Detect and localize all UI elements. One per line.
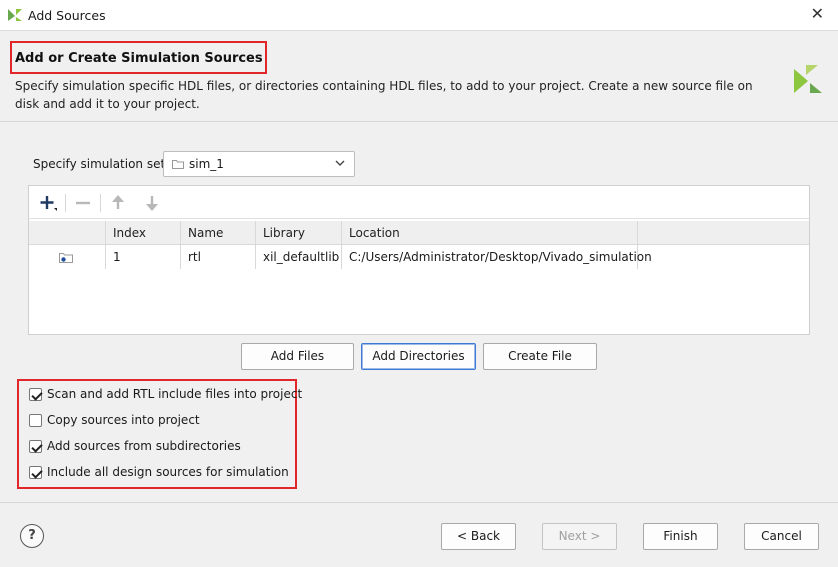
column-header-index[interactable]: Index bbox=[106, 221, 181, 245]
divider bbox=[0, 121, 838, 122]
vivado-app-icon bbox=[8, 9, 22, 21]
checkbox[interactable] bbox=[29, 466, 42, 479]
folder-source-icon bbox=[59, 253, 73, 263]
sources-table-panel: Index Name Library Location 1 rtl xil_de… bbox=[28, 185, 810, 335]
toolbar-separator bbox=[65, 194, 66, 212]
option-label: Copy sources into project bbox=[47, 413, 200, 427]
simulation-set-dropdown[interactable]: sim_1 bbox=[163, 151, 355, 177]
remove-icon[interactable] bbox=[72, 192, 94, 214]
checkbox[interactable] bbox=[29, 388, 42, 401]
title-bar: Add Sources ✕ bbox=[0, 0, 838, 31]
simulation-set-value: sim_1 bbox=[189, 157, 224, 171]
column-header-icon bbox=[29, 221, 106, 245]
column-header-location[interactable]: Location bbox=[342, 221, 638, 245]
table-header: Index Name Library Location bbox=[29, 221, 809, 245]
add-files-button[interactable]: Add Files bbox=[241, 343, 354, 370]
page-title: Add or Create Simulation Sources bbox=[15, 51, 263, 66]
add-icon[interactable] bbox=[36, 192, 58, 214]
back-button[interactable]: < Back bbox=[441, 523, 516, 550]
close-icon[interactable]: ✕ bbox=[811, 5, 824, 23]
next-button[interactable]: Next > bbox=[542, 523, 617, 550]
move-down-icon[interactable] bbox=[141, 192, 163, 214]
window-title: Add Sources bbox=[28, 8, 106, 23]
option-label: Scan and add RTL include files into proj… bbox=[47, 387, 303, 401]
row-icon-cell bbox=[29, 245, 106, 269]
simulation-set-label: Specify simulation set: bbox=[33, 157, 170, 171]
column-header-name[interactable]: Name bbox=[181, 221, 256, 245]
cell-location: C:/Users/Administrator/Desktop/Vivado_si… bbox=[342, 245, 652, 269]
divider bbox=[0, 502, 838, 503]
checkbox[interactable] bbox=[29, 414, 42, 427]
toolbar-separator bbox=[100, 194, 101, 212]
checkbox[interactable] bbox=[29, 440, 42, 453]
chevron-down-icon bbox=[335, 160, 345, 166]
folder-icon bbox=[172, 160, 184, 169]
column-header-library[interactable]: Library bbox=[256, 221, 342, 245]
table-toolbar bbox=[29, 186, 809, 219]
option-label: Include all design sources for simulatio… bbox=[47, 465, 289, 479]
create-file-button[interactable]: Create File bbox=[483, 343, 597, 370]
cancel-button[interactable]: Cancel bbox=[744, 523, 819, 550]
move-up-icon[interactable] bbox=[107, 192, 129, 214]
cell-index: 1 bbox=[106, 245, 181, 269]
page-description: Specify simulation specific HDL files, o… bbox=[15, 79, 753, 111]
finish-button[interactable]: Finish bbox=[643, 523, 718, 550]
add-directories-button[interactable]: Add Directories bbox=[361, 343, 476, 370]
table-row[interactable]: 1 rtl xil_defaultlib C:/Users/Administra… bbox=[29, 245, 809, 269]
cell-name: rtl bbox=[181, 245, 256, 269]
option-label: Add sources from subdirectories bbox=[47, 439, 241, 453]
page-header: Add or Create Simulation Sources Specify… bbox=[0, 31, 838, 121]
cell-library: xil_defaultlib bbox=[256, 245, 342, 269]
help-icon[interactable]: ? bbox=[20, 524, 44, 548]
vivado-logo-icon bbox=[794, 65, 822, 93]
